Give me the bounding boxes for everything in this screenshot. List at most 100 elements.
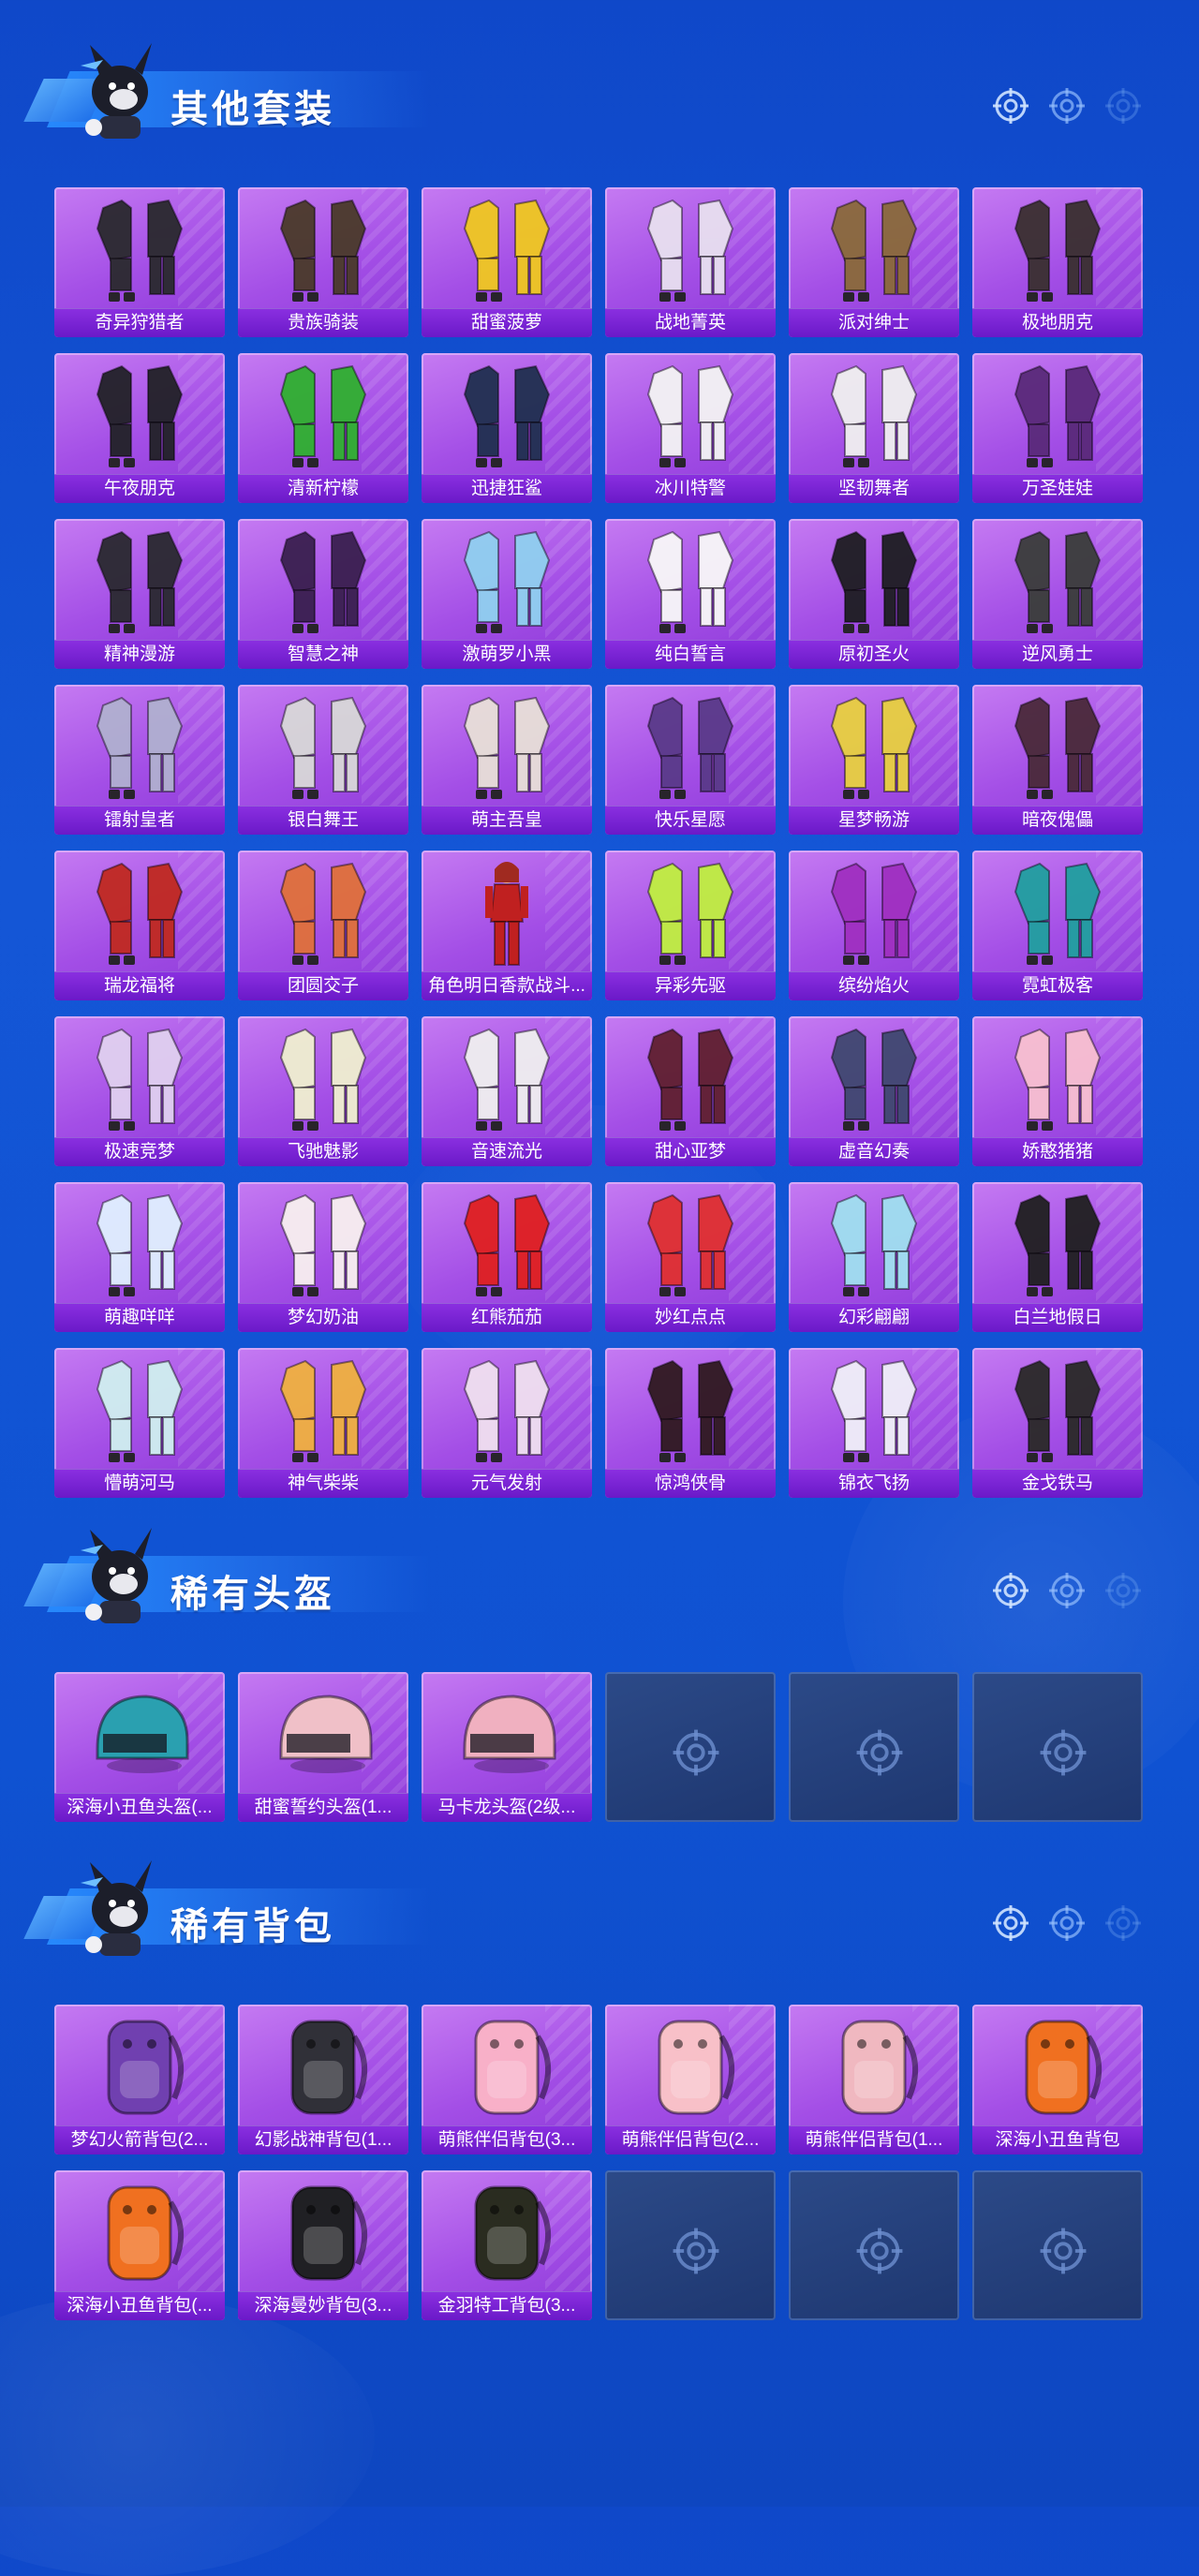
item-card[interactable]: 镭射皇者 bbox=[54, 685, 225, 835]
item-label: 梦幻奶油 bbox=[238, 1303, 408, 1332]
item-card[interactable]: 智慧之神 bbox=[238, 519, 408, 669]
crosshair-icon bbox=[1103, 1903, 1143, 1943]
item-card[interactable]: 深海曼妙背包(3... bbox=[238, 2170, 408, 2320]
item-label: 神气柴柴 bbox=[238, 1469, 408, 1498]
item-label: 甜蜜菠萝 bbox=[422, 308, 592, 337]
item-card[interactable]: 深海小丑鱼背包 bbox=[972, 2005, 1143, 2154]
item-card[interactable]: 神气柴柴 bbox=[238, 1348, 408, 1498]
item-card[interactable]: 锦衣飞扬 bbox=[789, 1348, 959, 1498]
item-card[interactable]: 深海小丑鱼头盔(... bbox=[54, 1672, 225, 1822]
item-card[interactable]: 纯白誓言 bbox=[605, 519, 776, 669]
item-label: 妙红点点 bbox=[605, 1303, 776, 1332]
item-card[interactable]: 幻影战神背包(1... bbox=[238, 2005, 408, 2154]
item-card[interactable]: 萌熊伴侣背包(1... bbox=[789, 2005, 959, 2154]
item-card[interactable]: 甜蜜誓约头盔(1... bbox=[238, 1672, 408, 1822]
item-label: 迅捷狂鲨 bbox=[422, 474, 592, 503]
item-card[interactable]: 星梦畅游 bbox=[789, 685, 959, 835]
item-label: 梦幻火箭背包(2... bbox=[54, 2125, 225, 2154]
item-card[interactable]: 元气发射 bbox=[422, 1348, 592, 1498]
item-card[interactable]: 甜蜜菠萝 bbox=[422, 187, 592, 337]
item-label: 音速流光 bbox=[422, 1137, 592, 1166]
item-card[interactable]: 精神漫游 bbox=[54, 519, 225, 669]
item-label: 惊鸿侠骨 bbox=[605, 1469, 776, 1498]
item-card[interactable]: 暗夜傀儡 bbox=[972, 685, 1143, 835]
item-label: 霓虹极客 bbox=[972, 971, 1143, 1000]
item-card[interactable]: 萌熊伴侣背包(3... bbox=[422, 2005, 592, 2154]
item-card[interactable]: 快乐星愿 bbox=[605, 685, 776, 835]
item-card[interactable]: 原初圣火 bbox=[789, 519, 959, 669]
section-header: 稀有头盔 bbox=[23, 1522, 1171, 1625]
item-label: 深海曼妙背包(3... bbox=[238, 2291, 408, 2320]
item-card[interactable]: 战地菁英 bbox=[605, 187, 776, 337]
mascot-icon bbox=[62, 1522, 174, 1635]
item-card[interactable]: 甜心亚梦 bbox=[605, 1016, 776, 1166]
item-card[interactable]: 萌熊伴侣背包(2... bbox=[605, 2005, 776, 2154]
item-label: 深海小丑鱼背包 bbox=[972, 2125, 1143, 2154]
item-card[interactable]: 团圆交子 bbox=[238, 851, 408, 1000]
item-card[interactable]: 音速流光 bbox=[422, 1016, 592, 1166]
item-card[interactable]: 娇憨猪猪 bbox=[972, 1016, 1143, 1166]
section-title: 其他套装 bbox=[170, 89, 335, 130]
crosshair-icon bbox=[1047, 1903, 1087, 1943]
item-card[interactable]: 银白舞王 bbox=[238, 685, 408, 835]
item-card[interactable]: 极速竞梦 bbox=[54, 1016, 225, 1166]
item-card[interactable]: 马卡龙头盔(2级... bbox=[422, 1672, 592, 1822]
item-card[interactable]: 清新柠檬 bbox=[238, 353, 408, 503]
item-card[interactable]: 角色明日香款战斗... bbox=[422, 851, 592, 1000]
item-label: 萌熊伴侣背包(1... bbox=[789, 2125, 959, 2154]
item-card[interactable]: 激萌罗小黑 bbox=[422, 519, 592, 669]
item-label: 贵族骑装 bbox=[238, 308, 408, 337]
decor-icons bbox=[991, 86, 1143, 126]
item-label: 甜心亚梦 bbox=[605, 1137, 776, 1166]
item-card[interactable]: 霓虹极客 bbox=[972, 851, 1143, 1000]
item-label: 深海小丑鱼头盔(... bbox=[54, 1793, 225, 1822]
item-label: 激萌罗小黑 bbox=[422, 640, 592, 669]
crosshair-icon bbox=[1103, 86, 1143, 126]
item-label: 战地菁英 bbox=[605, 308, 776, 337]
item-label: 原初圣火 bbox=[789, 640, 959, 669]
item-card[interactable]: 奇异狩猎者 bbox=[54, 187, 225, 337]
item-card[interactable]: 坚韧舞者 bbox=[789, 353, 959, 503]
item-card[interactable]: 金戈铁马 bbox=[972, 1348, 1143, 1498]
item-label: 娇憨猪猪 bbox=[972, 1137, 1143, 1166]
item-label: 幻影战神背包(1... bbox=[238, 2125, 408, 2154]
section-title: 稀有背包 bbox=[170, 1906, 335, 1947]
item-card[interactable]: 懵萌河马 bbox=[54, 1348, 225, 1498]
item-card[interactable]: 异彩先驱 bbox=[605, 851, 776, 1000]
item-label: 金羽特工背包(3... bbox=[422, 2291, 592, 2320]
item-label: 快乐星愿 bbox=[605, 806, 776, 835]
item-card[interactable]: 梦幻火箭背包(2... bbox=[54, 2005, 225, 2154]
item-label: 坚韧舞者 bbox=[789, 474, 959, 503]
item-label: 缤纷焰火 bbox=[789, 971, 959, 1000]
item-card[interactable]: 派对绅士 bbox=[789, 187, 959, 337]
item-label: 奇异狩猎者 bbox=[54, 308, 225, 337]
item-card[interactable]: 红熊茄茄 bbox=[422, 1182, 592, 1332]
item-card[interactable]: 缤纷焰火 bbox=[789, 851, 959, 1000]
item-card[interactable]: 飞驰魅影 bbox=[238, 1016, 408, 1166]
item-card[interactable]: 贵族骑装 bbox=[238, 187, 408, 337]
decor-icons bbox=[991, 1571, 1143, 1610]
item-card[interactable]: 逆风勇士 bbox=[972, 519, 1143, 669]
item-card[interactable]: 萌主吾皇 bbox=[422, 685, 592, 835]
crosshair-icon bbox=[1047, 1571, 1087, 1610]
item-label: 清新柠檬 bbox=[238, 474, 408, 503]
empty-slot bbox=[972, 1672, 1143, 1822]
item-card[interactable]: 午夜朋克 bbox=[54, 353, 225, 503]
item-label: 极速竞梦 bbox=[54, 1137, 225, 1166]
item-card[interactable]: 白兰地假日 bbox=[972, 1182, 1143, 1332]
item-card[interactable]: 萌趣咩咩 bbox=[54, 1182, 225, 1332]
item-card[interactable]: 梦幻奶油 bbox=[238, 1182, 408, 1332]
item-card[interactable]: 冰川特警 bbox=[605, 353, 776, 503]
item-card[interactable]: 惊鸿侠骨 bbox=[605, 1348, 776, 1498]
item-card[interactable]: 瑞龙福将 bbox=[54, 851, 225, 1000]
item-card[interactable]: 金羽特工背包(3... bbox=[422, 2170, 592, 2320]
item-card[interactable]: 妙红点点 bbox=[605, 1182, 776, 1332]
item-card[interactable]: 迅捷狂鲨 bbox=[422, 353, 592, 503]
item-label: 虚音幻奏 bbox=[789, 1137, 959, 1166]
item-card[interactable]: 万圣娃娃 bbox=[972, 353, 1143, 503]
item-card[interactable]: 幻彩翩翩 bbox=[789, 1182, 959, 1332]
item-card[interactable]: 极地朋克 bbox=[972, 187, 1143, 337]
item-card[interactable]: 深海小丑鱼背包(... bbox=[54, 2170, 225, 2320]
item-card[interactable]: 虚音幻奏 bbox=[789, 1016, 959, 1166]
crosshair-icon bbox=[991, 1571, 1030, 1610]
